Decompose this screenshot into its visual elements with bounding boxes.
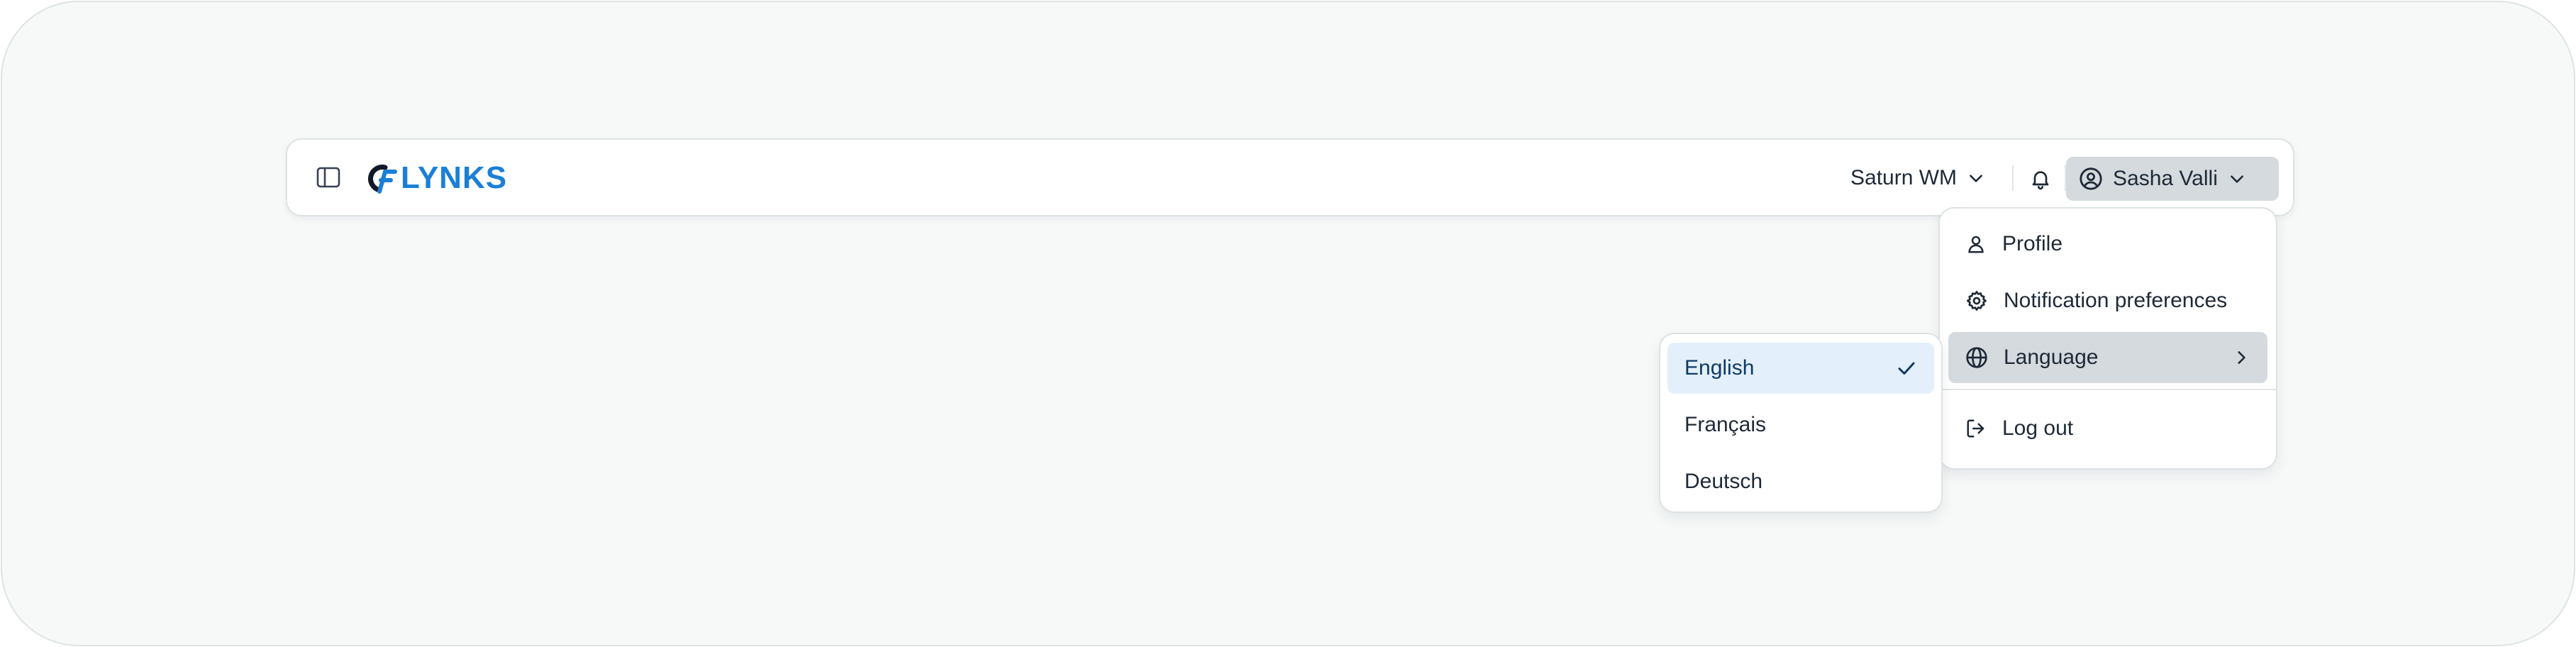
menu-item-notification-preferences[interactable]: Notification preferences	[1948, 275, 2267, 326]
brand-name: LYNKS	[401, 160, 508, 195]
user-name: Sasha Valli	[2113, 167, 2218, 190]
language-option-deutsch[interactable]: Deutsch	[1667, 456, 1934, 507]
chevron-down-icon	[2228, 170, 2246, 188]
sidebar-icon	[316, 167, 340, 188]
org-switcher[interactable]: Saturn WM	[1839, 157, 1997, 199]
user-circle-icon	[2079, 167, 2103, 191]
language-option-english[interactable]: English	[1667, 343, 1934, 394]
bell-icon	[2029, 167, 2052, 191]
user-menu-button[interactable]: Sasha Valli	[2066, 157, 2279, 201]
top-bar: LYNKS Saturn WM Sasha Valli	[286, 138, 2294, 216]
brand-logo[interactable]: LYNKS	[364, 160, 507, 196]
menu-item-label: Profile	[2002, 232, 2063, 255]
menu-item-log-out[interactable]: Log out	[1948, 403, 2267, 454]
menu-item-label: Language	[2004, 345, 2099, 369]
app-frame: LYNKS Saturn WM Sasha Valli Profile Noti…	[1, 1, 2575, 646]
menu-item-profile[interactable]: Profile	[1948, 219, 2267, 270]
menu-item-label: Log out	[2002, 416, 2074, 440]
sidebar-toggle-button[interactable]	[311, 160, 345, 194]
gear-icon	[1965, 289, 1988, 312]
lynks-logo-icon	[364, 162, 398, 194]
logout-icon	[1965, 418, 1987, 439]
language-option-francais[interactable]: Français	[1667, 399, 1934, 450]
org-name: Saturn WM	[1850, 166, 1958, 189]
header-divider	[2012, 165, 2014, 191]
language-option-label: Français	[1684, 413, 1767, 436]
menu-divider	[1940, 389, 2276, 390]
chevron-right-icon	[2232, 348, 2250, 367]
menu-item-language[interactable]: Language	[1948, 332, 2267, 383]
notifications-button[interactable]	[2021, 159, 2060, 199]
user-icon	[1965, 233, 1987, 255]
language-option-label: English	[1684, 356, 1755, 380]
menu-item-label: Notification preferences	[2004, 289, 2228, 312]
chevron-down-icon	[1967, 169, 1985, 187]
check-icon	[1896, 358, 1917, 379]
user-dropdown-menu: Profile Notification preferences Languag…	[1938, 207, 2277, 470]
language-submenu: English Français Deutsch	[1659, 333, 1943, 513]
language-option-label: Deutsch	[1684, 470, 1763, 493]
globe-icon	[1965, 346, 1988, 369]
